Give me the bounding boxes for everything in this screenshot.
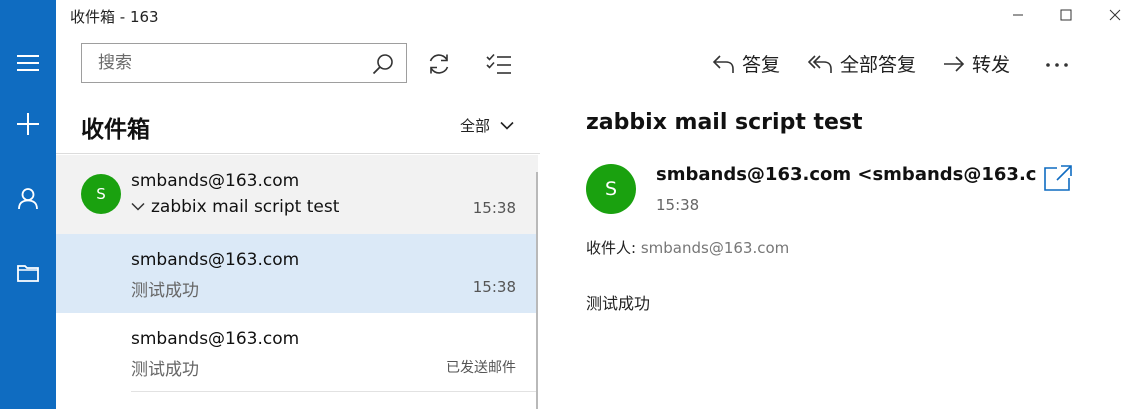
- menu-button[interactable]: [0, 43, 56, 83]
- avatar: S: [81, 174, 121, 214]
- message-status: 已发送邮件: [446, 360, 516, 376]
- to-label: 收件人:: [586, 239, 637, 257]
- hamburger-icon: [17, 55, 39, 71]
- popout-button[interactable]: [1043, 164, 1073, 196]
- reply-icon: [712, 54, 734, 73]
- reply-all-icon: [808, 54, 832, 73]
- search-box[interactable]: [81, 43, 407, 83]
- folder-title: 收件箱: [81, 117, 150, 143]
- close-button[interactable]: [1092, 0, 1138, 30]
- reply-all-button[interactable]: 全部答复: [808, 50, 916, 77]
- search-input[interactable]: [96, 52, 360, 74]
- nav-rail: [0, 0, 56, 409]
- recipients-line: 收件人: smbands@163.com: [586, 237, 789, 258]
- message-subject: zabbix mail script test: [151, 197, 340, 217]
- filter-dropdown[interactable]: 全部: [460, 115, 514, 136]
- close-icon: [1109, 9, 1121, 21]
- chevron-down-icon[interactable]: [131, 202, 145, 212]
- window-title: 收件箱 - 163: [70, 8, 159, 26]
- multi-select-icon: [486, 53, 511, 74]
- reply-button[interactable]: 答复: [712, 50, 780, 77]
- message-subject-row: zabbix mail script test: [131, 197, 339, 217]
- email-time: 15:38: [656, 196, 700, 214]
- plus-icon: [17, 113, 39, 135]
- forward-label: 转发: [972, 54, 1011, 76]
- message-time: 15:38: [472, 199, 516, 217]
- sync-icon: [429, 54, 449, 74]
- message-list-pane: 收件箱 - 163 收件箱 全部 S: [56, 0, 541, 409]
- sync-button[interactable]: [421, 46, 457, 82]
- message-item[interactable]: smbands@163.com 测试成功 已发送邮件: [56, 313, 538, 392]
- message-from: smbands@163.com: [131, 329, 300, 349]
- minimize-icon: [1013, 14, 1023, 16]
- filter-label: 全部: [459, 117, 490, 135]
- more-icon: [1046, 63, 1068, 67]
- reading-pane: 答复 全部答复 转发 zabbix mail script test S smb…: [540, 0, 1148, 409]
- to-address[interactable]: smbands@163.com: [641, 239, 789, 257]
- row-separator: [131, 391, 538, 392]
- search-icon[interactable]: [372, 53, 394, 75]
- account-button[interactable]: [0, 179, 56, 219]
- new-mail-button[interactable]: [0, 104, 56, 144]
- folder-icon: [17, 265, 39, 282]
- more-actions-button[interactable]: [1042, 50, 1072, 80]
- forward-button[interactable]: 转发: [942, 50, 1010, 77]
- minimize-button[interactable]: [995, 0, 1041, 30]
- folders-button[interactable]: [0, 253, 56, 293]
- person-icon: [18, 188, 38, 210]
- select-button[interactable]: [481, 46, 517, 82]
- email-body: 测试成功: [586, 294, 651, 313]
- sender-address[interactable]: smbands@163.com <smbands@163.com>: [656, 164, 1036, 185]
- message-from: smbands@163.com: [131, 250, 300, 270]
- scrollbar[interactable]: [536, 172, 538, 409]
- maximize-icon: [1060, 9, 1072, 21]
- reply-label: 答复: [742, 54, 781, 76]
- open-in-new-window-icon: [1044, 165, 1072, 191]
- message-subject: 测试成功: [131, 360, 199, 380]
- forward-icon: [944, 55, 965, 72]
- email-subject: zabbix mail script test: [586, 110, 863, 135]
- message-from: smbands@163.com: [131, 171, 300, 191]
- message-item[interactable]: smbands@163.com 测试成功 15:38: [56, 234, 538, 313]
- sender-avatar: S: [586, 164, 636, 214]
- maximize-button[interactable]: [1043, 0, 1089, 30]
- list-divider: [56, 153, 540, 154]
- reply-all-label: 全部答复: [840, 54, 917, 76]
- message-time: 15:38: [472, 278, 516, 296]
- message-subject: 测试成功: [131, 281, 199, 301]
- chevron-down-icon: [500, 121, 514, 130]
- message-item[interactable]: S smbands@163.com zabbix mail script tes…: [56, 155, 538, 234]
